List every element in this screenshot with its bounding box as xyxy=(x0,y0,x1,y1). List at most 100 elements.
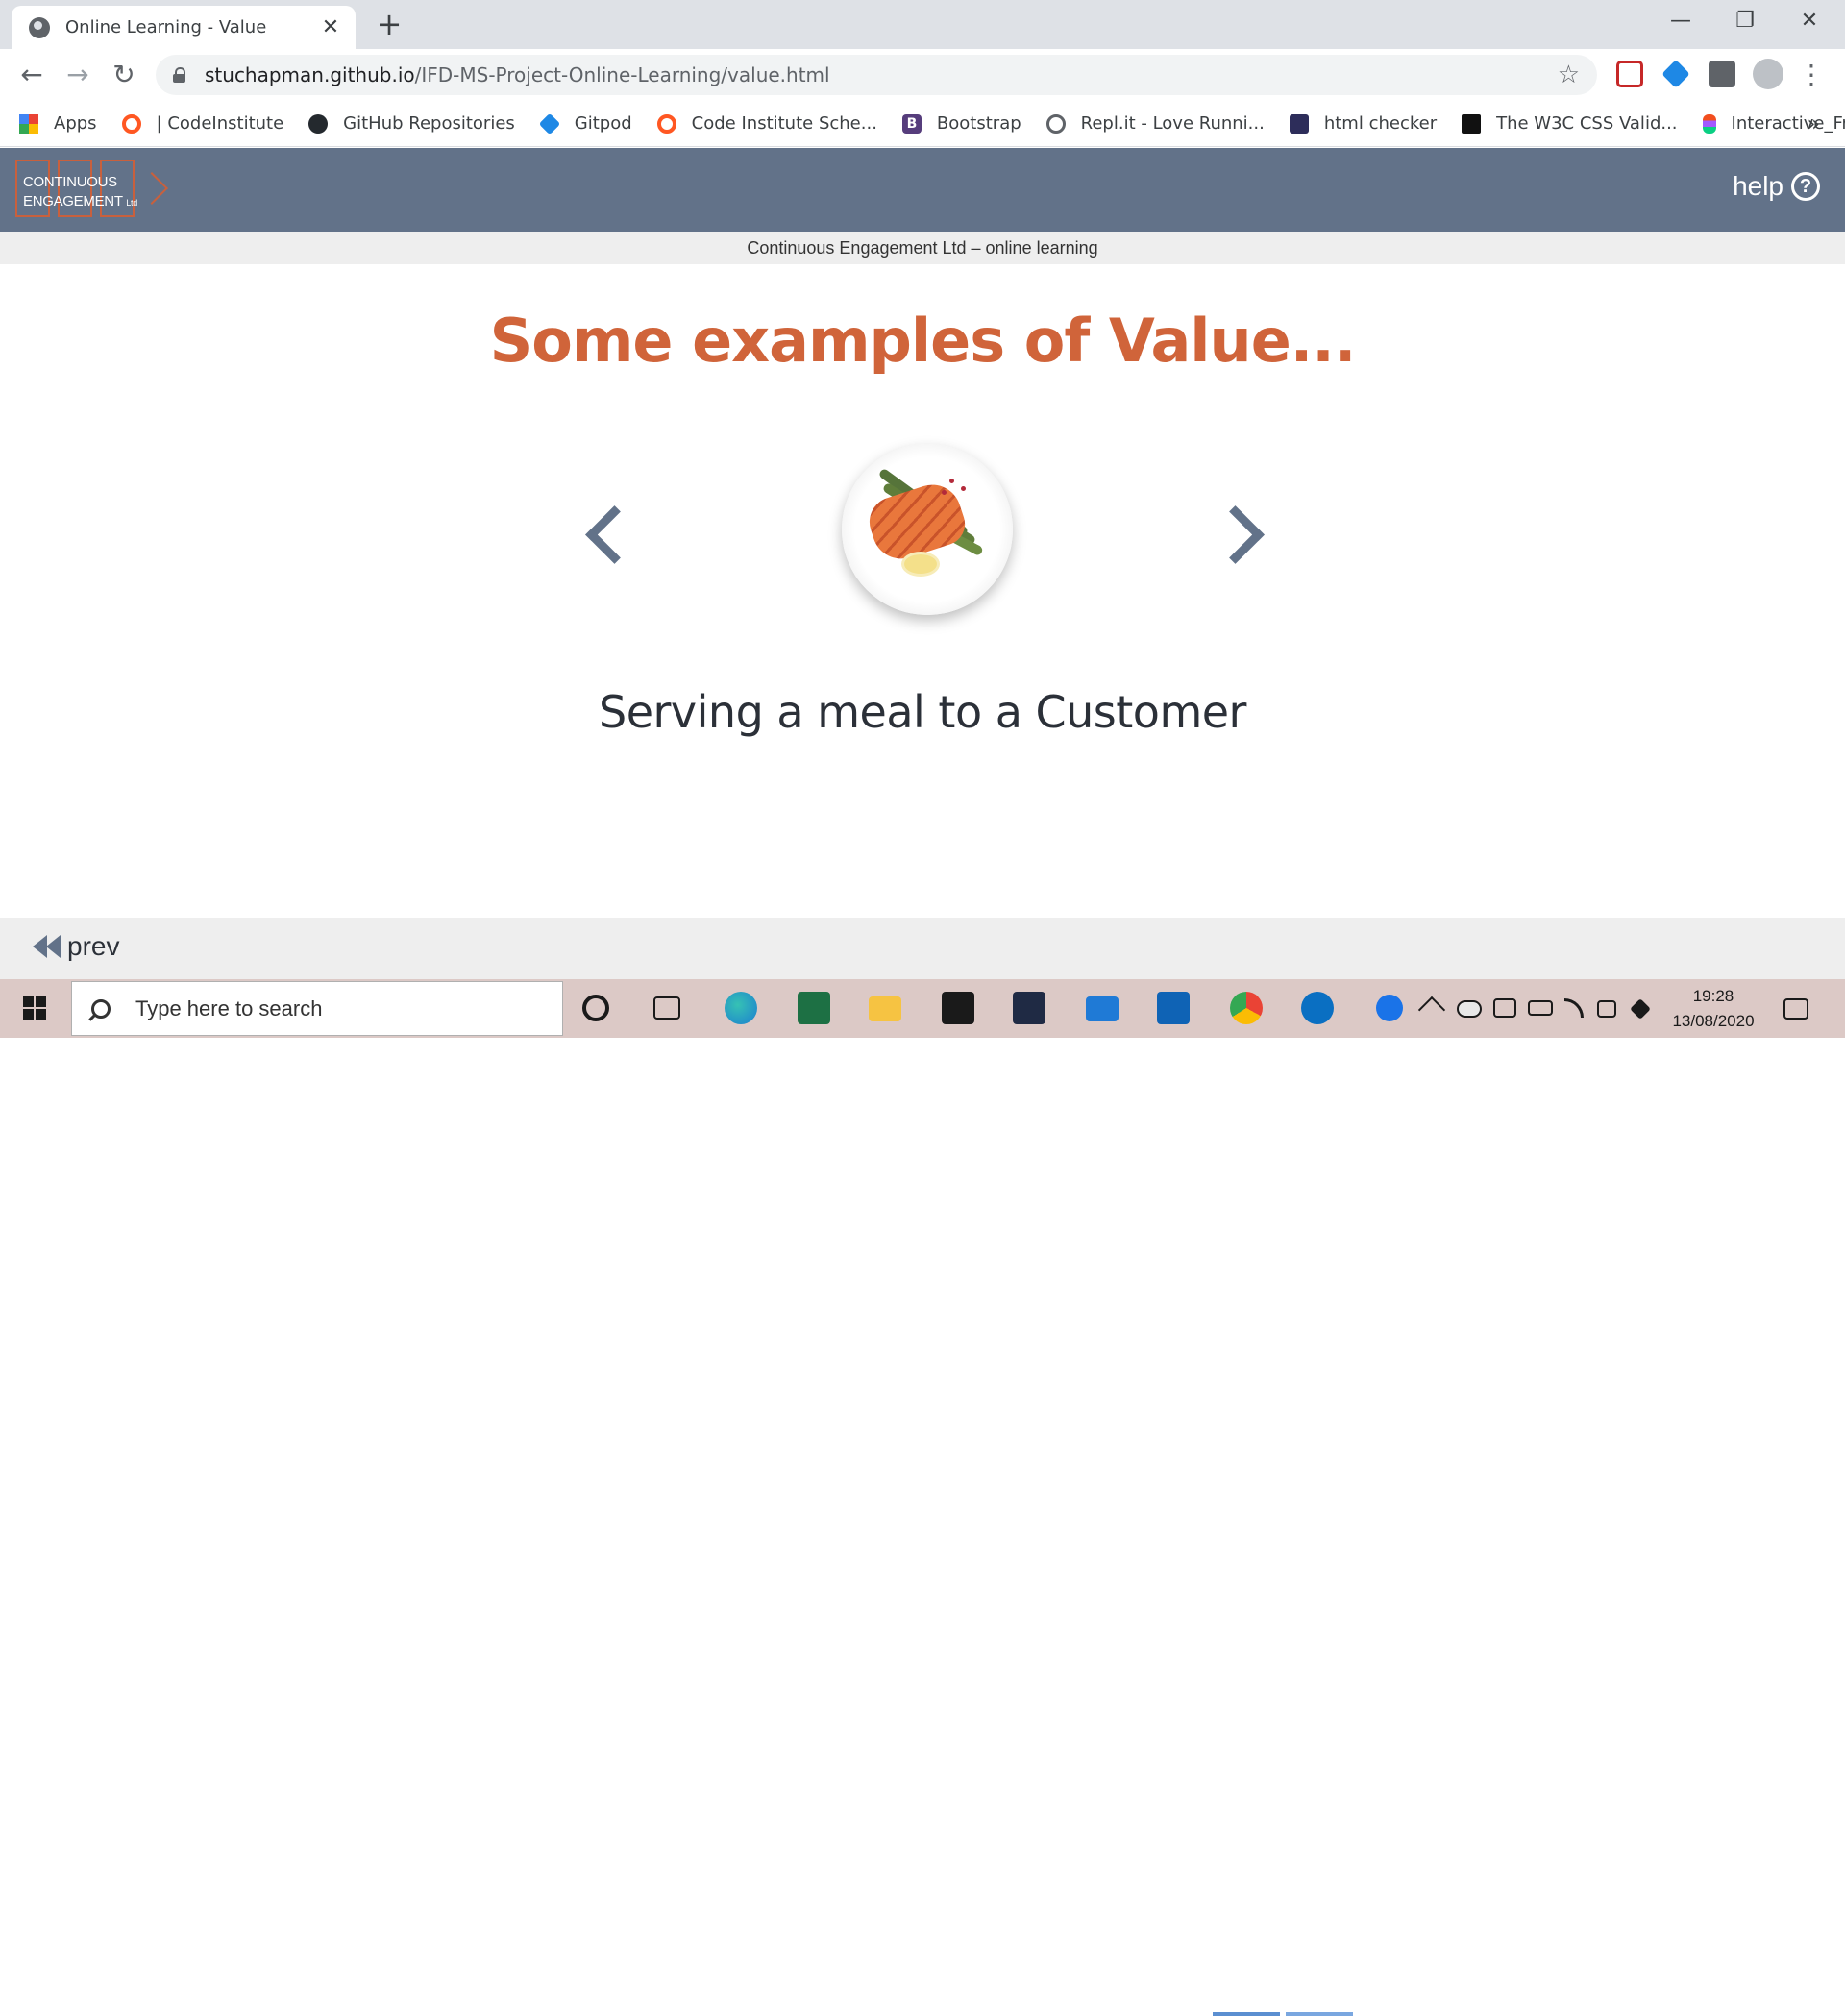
restore-button[interactable]: ❐ xyxy=(1713,4,1777,38)
peppercorn xyxy=(949,479,954,483)
bookmark-interactive-frontend[interactable]: Interactive_Fronten... xyxy=(1702,113,1845,134)
clock-time[interactable]: 19:28 xyxy=(1660,987,1766,1006)
peppercorn xyxy=(961,486,966,491)
minimize-button[interactable]: — xyxy=(1649,4,1712,38)
url-text: stuchapman.github.io/IFD-MS-Project-Onli… xyxy=(205,63,830,86)
gitpod-extension-icon[interactable] xyxy=(1661,60,1690,88)
bookmark-label: Gitpod xyxy=(574,113,632,134)
bootstrap-icon: B xyxy=(901,113,922,134)
github-icon xyxy=(308,113,329,134)
search-icon xyxy=(91,998,111,1019)
bookmark-bootstrap[interactable]: B Bootstrap xyxy=(901,113,1021,134)
logo-line-1: CONTINUOUS xyxy=(23,174,117,190)
hp-support-icon[interactable] xyxy=(1301,992,1334,1024)
carousel-next-chevron-icon[interactable] xyxy=(1213,500,1270,567)
bookmark-replit[interactable]: Repl.it - Love Runni... xyxy=(1046,113,1265,134)
codeinstitute-icon xyxy=(656,113,676,134)
browser-toolbar: ← → ↻ stuchapman.github.io/IFD-MS-Projec… xyxy=(0,49,1845,101)
show-hidden-icons-chevron-icon[interactable] xyxy=(1417,996,1446,1024)
pocket-extension-icon[interactable] xyxy=(1616,61,1643,87)
mail-icon[interactable] xyxy=(1086,996,1119,1021)
page-footer: prev xyxy=(0,918,1845,979)
new-tab-button[interactable]: + xyxy=(373,8,406,40)
question-circle-icon: ? xyxy=(1791,172,1820,201)
task-view-icon[interactable] xyxy=(653,996,680,1020)
profile-avatar-icon[interactable] xyxy=(1753,59,1784,89)
site-header: CONTINUOUS ENGAGEMENT Ltd help ? xyxy=(0,148,1845,232)
company-logo[interactable]: CONTINUOUS ENGAGEMENT Ltd xyxy=(15,160,169,221)
taskbar-search-box[interactable]: Type here to search xyxy=(71,981,563,1036)
excel-icon[interactable] xyxy=(798,992,830,1024)
battery-icon[interactable] xyxy=(1528,1000,1553,1016)
extensions-puzzle-icon[interactable] xyxy=(1709,61,1735,87)
logo-line-2: ENGAGEMENT xyxy=(23,193,123,209)
figma-icon xyxy=(1702,113,1716,134)
back-button[interactable]: ← xyxy=(15,59,48,91)
bookmark-label: Repl.it - Love Runni... xyxy=(1080,113,1265,134)
dropbox-icon[interactable] xyxy=(1630,998,1651,1020)
address-bar[interactable]: stuchapman.github.io/IFD-MS-Project-Onli… xyxy=(156,55,1597,95)
edge-browser-icon[interactable] xyxy=(725,992,757,1024)
rewind-icon xyxy=(33,935,62,958)
microsoft-store-icon[interactable] xyxy=(942,992,974,1024)
w3c-icon xyxy=(1462,113,1482,134)
bookmark-code-institute-schedule[interactable]: Code Institute Sche... xyxy=(656,113,877,134)
lock-icon xyxy=(173,67,185,83)
logo-ltd: Ltd xyxy=(126,198,137,208)
logo-text: CONTINUOUS ENGAGEMENT Ltd xyxy=(23,173,137,212)
globe-icon xyxy=(29,16,50,38)
gitpod-icon xyxy=(538,112,561,135)
bookmark-label: Bootstrap xyxy=(936,113,1021,134)
help-link[interactable]: help ? xyxy=(1733,171,1820,202)
help-label: help xyxy=(1733,171,1784,201)
tab-title: Online Learning - Value xyxy=(65,17,267,37)
help-tray-icon[interactable] xyxy=(1376,995,1403,1021)
bookmark-w3c-css[interactable]: The W3C CSS Valid... xyxy=(1462,113,1678,134)
running-app-indicator xyxy=(1286,2012,1353,2016)
tab-close-button[interactable]: ✕ xyxy=(319,15,342,39)
carousel-prev-chevron-icon[interactable] xyxy=(577,500,634,567)
reload-button[interactable]: ↻ xyxy=(108,59,140,91)
windows-start-icon[interactable] xyxy=(0,979,69,1038)
window-close-button[interactable]: ✕ xyxy=(1778,4,1841,38)
salmon-meal-image xyxy=(842,444,1013,615)
lemon-slice xyxy=(901,552,940,577)
file-explorer-icon[interactable] xyxy=(869,996,901,1021)
browser-menu-icon[interactable]: ⋮ xyxy=(1795,59,1828,91)
bookmark-html-checker[interactable]: html checker xyxy=(1289,113,1437,134)
forward-button[interactable]: → xyxy=(62,59,94,91)
clock-date[interactable]: 13/08/2020 xyxy=(1660,1012,1766,1031)
bookmark-label: GitHub Repositories xyxy=(343,113,515,134)
network-icon[interactable] xyxy=(1493,998,1516,1018)
bookmark-apps[interactable]: Apps xyxy=(19,113,97,134)
page-title: Some examples of Value... xyxy=(489,306,1357,376)
outlook-icon[interactable] xyxy=(1157,992,1190,1024)
notification-center-icon[interactable] xyxy=(1784,998,1808,1020)
slide-caption: Serving a meal to a Customer xyxy=(599,686,1246,738)
volume-icon[interactable] xyxy=(1597,1000,1616,1018)
bookmarks-overflow-button[interactable]: » xyxy=(1808,112,1820,136)
subheader: Continuous Engagement Ltd – online learn… xyxy=(0,232,1845,264)
prev-link[interactable]: prev xyxy=(33,931,119,962)
codeinstitute-icon xyxy=(121,113,141,134)
apps-grid-icon xyxy=(19,113,38,134)
browser-tab-strip: Online Learning - Value ✕ + — ❐ ✕ xyxy=(0,0,1845,49)
url-path: /IFD-MS-Project-Online-Learning/value.ht… xyxy=(414,63,830,86)
peppercorn xyxy=(942,490,947,495)
bookmark-star-icon[interactable]: ☆ xyxy=(1558,61,1580,89)
bookmark-label: Code Institute Sche... xyxy=(691,113,877,134)
bookmark-gitpod[interactable]: Gitpod xyxy=(538,112,632,135)
browser-tab[interactable]: Online Learning - Value ✕ xyxy=(12,6,356,49)
cortana-icon[interactable] xyxy=(582,995,609,1021)
active-app-indicator xyxy=(1213,2012,1280,2016)
replit-icon xyxy=(1046,113,1066,134)
chrome-icon[interactable] xyxy=(1230,992,1263,1024)
onedrive-icon[interactable] xyxy=(1457,1000,1482,1018)
windows-taskbar: Type here to search 19:28 13/08/2020 xyxy=(0,979,1845,2016)
bookmark-codeinstitute[interactable]: | CodeInstitute xyxy=(121,113,283,134)
vscode-terminal-icon[interactable] xyxy=(1013,992,1046,1024)
wifi-icon[interactable] xyxy=(1564,998,1584,1018)
bookmark-github[interactable]: GitHub Repositories xyxy=(308,113,515,134)
bookmark-label: The W3C CSS Valid... xyxy=(1496,113,1678,134)
bookmark-label: Apps xyxy=(54,113,97,134)
